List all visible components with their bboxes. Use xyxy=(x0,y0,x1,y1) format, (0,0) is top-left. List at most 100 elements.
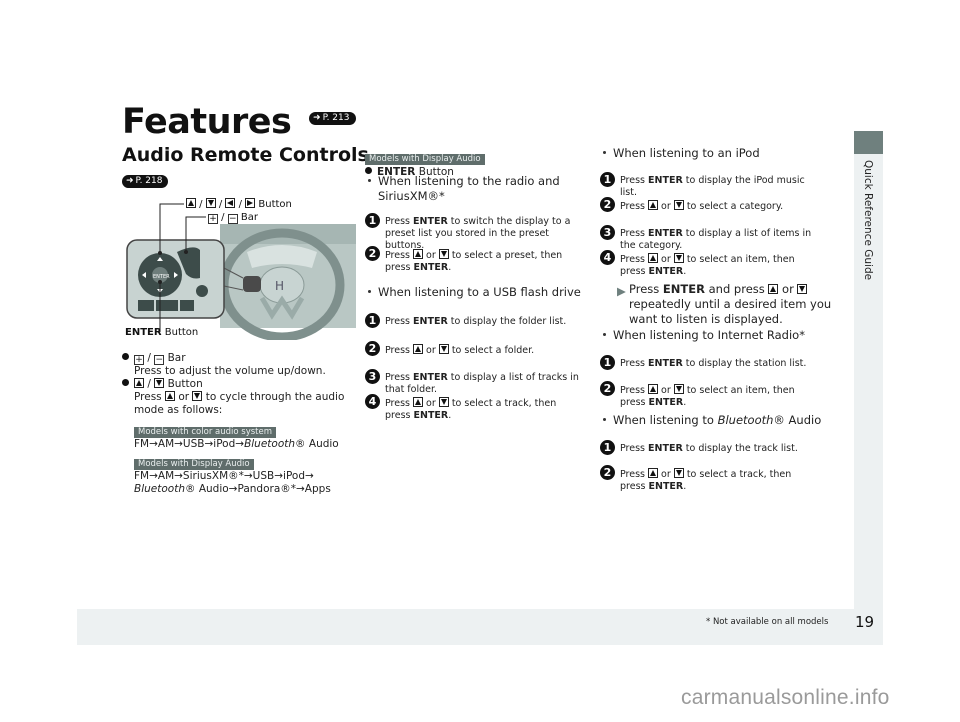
radio-heading: When listening to the radio and SiriusXM… xyxy=(365,174,595,204)
page-title-text: Features xyxy=(122,102,292,142)
step-number-icon: 3 xyxy=(600,225,615,240)
up-arrow-key-icon xyxy=(768,284,779,294)
model-tag: Models with color audio system xyxy=(134,427,277,438)
mode-display-audio: Models with Display Audio FM→AM→SiriusXM… xyxy=(134,459,331,495)
mode-color-audio: Models with color audio system FM→AM→USB… xyxy=(134,427,339,450)
down-arrow-key-icon xyxy=(673,468,684,478)
plus-key-icon: + xyxy=(208,214,218,224)
step-number-icon: 2 xyxy=(365,341,380,356)
section-title: Audio Remote Controls xyxy=(122,144,369,166)
steering-wheel-illustration: H ENTER / / / Button + / − Bar ENTER But… xyxy=(122,190,362,342)
svg-text:H: H xyxy=(275,279,284,293)
up-arrow-key-icon xyxy=(648,384,659,394)
bullet-icon xyxy=(603,151,606,154)
up-arrow-key-icon xyxy=(413,397,424,407)
arrow-buttons-caption: / / / Button xyxy=(186,198,292,211)
step-number-icon: 1 xyxy=(600,355,615,370)
svg-text:ENTER: ENTER xyxy=(153,274,170,280)
bullet-icon xyxy=(368,179,371,182)
step-number-icon: 4 xyxy=(365,394,380,409)
up-arrow-key-icon xyxy=(413,249,424,259)
section-reference-link[interactable]: ➜ P. 218 xyxy=(122,171,169,190)
step-text: Press or to select a category. xyxy=(620,200,784,212)
up-arrow-key-icon xyxy=(164,391,175,401)
step-text: Press or to select an item, then press EN… xyxy=(620,384,795,408)
up-arrow-key-icon xyxy=(648,253,659,263)
footer-bar xyxy=(77,609,883,645)
step-text: Press ENTER to switch the display to a pr… xyxy=(385,216,571,251)
step-text: Press ENTER to display the track list. xyxy=(620,443,798,454)
down-arrow-key-icon xyxy=(438,397,449,407)
step-number-icon: 2 xyxy=(600,465,615,480)
step-number-icon: 2 xyxy=(600,381,615,396)
page-number: 19 xyxy=(855,613,875,631)
step-number-icon: 4 xyxy=(600,250,615,265)
side-tab-marker xyxy=(854,131,883,154)
step-text: Press or to select a track, then press EN… xyxy=(620,468,792,492)
footnote: * Not available on all models xyxy=(706,617,829,627)
down-arrow-key-icon xyxy=(438,249,449,259)
bullet-icon xyxy=(603,418,606,421)
down-arrow-key-icon xyxy=(673,253,684,263)
step-text: Press ENTER to display the iPod music lis… xyxy=(620,175,805,198)
side-tab-label[interactable]: Quick Reference Guide xyxy=(854,160,883,280)
step-text: Press ENTER to display a list of items i… xyxy=(620,228,812,251)
step-number-icon: 2 xyxy=(600,197,615,212)
bullet-icon xyxy=(122,379,129,386)
down-arrow-key-icon xyxy=(438,344,449,354)
down-arrow-key-icon xyxy=(797,284,808,294)
plus-key-icon: + xyxy=(134,355,144,365)
up-arrow-key-icon xyxy=(134,378,144,388)
internet-radio-heading: When listening to Internet Radio* xyxy=(600,328,805,343)
step-number-icon: 1 xyxy=(365,313,380,328)
minus-key-icon: − xyxy=(154,355,165,365)
ipod-note: ▶ Press ENTER and press or repeatedly un… xyxy=(617,282,832,326)
step-text: Press ENTER to display the station list. xyxy=(620,358,807,369)
step-number-icon: 1 xyxy=(365,213,380,228)
bullet-icon xyxy=(368,290,371,293)
model-tag: Models with Display Audio xyxy=(134,459,254,470)
step-text: Press or to select a folder. xyxy=(385,344,535,356)
triangle-right-icon: ▶ xyxy=(617,284,626,298)
left-column-items: + / − Bar Press to adjust the volume up/… xyxy=(122,352,357,496)
step-number-icon: 3 xyxy=(365,369,380,384)
bullet-icon xyxy=(122,353,129,360)
left-arrow-key-icon xyxy=(225,198,236,208)
down-arrow-key-icon xyxy=(205,198,216,208)
step-text: Press or to select a preset, then press E… xyxy=(385,249,563,273)
down-arrow-key-icon xyxy=(154,378,165,388)
up-arrow-key-icon xyxy=(648,468,659,478)
enter-button-caption: ENTER Button xyxy=(125,327,199,338)
arrow-button-desc: Press or to cycle through the audio mode… xyxy=(134,391,345,416)
watermark: carmanualsonline.info xyxy=(681,686,890,709)
step-number-icon: 1 xyxy=(600,172,615,187)
model-tag: Models with Display Audio xyxy=(365,154,485,165)
bullet-icon xyxy=(365,167,372,174)
down-arrow-key-icon xyxy=(673,200,684,210)
up-arrow-key-icon xyxy=(186,198,196,208)
step-text: Press ENTER to display the folder list. xyxy=(385,316,567,327)
step-text: Press or to select a track, then press EN… xyxy=(385,397,557,421)
volume-bar-item: + / − Bar Press to adjust the volume up/… xyxy=(122,352,357,378)
bluetooth-heading: When listening to Bluetooth® Audio xyxy=(600,413,821,428)
arrow-right-icon: ➜ xyxy=(313,112,321,123)
page-title: Features ➜ P. 213 xyxy=(122,102,356,142)
right-arrow-key-icon xyxy=(245,198,256,208)
down-arrow-key-icon xyxy=(673,384,684,394)
bullet-icon xyxy=(603,333,606,336)
step-text: Press or to select an item, then press EN… xyxy=(620,253,795,277)
step-number-icon: 1 xyxy=(600,440,615,455)
arrow-button-item: / Button Press or to cycle through the a… xyxy=(122,378,357,417)
up-arrow-key-icon xyxy=(413,344,424,354)
ipod-heading: When listening to an iPod xyxy=(600,146,760,161)
step-text: Press ENTER to display a list of tracks … xyxy=(385,372,579,395)
up-arrow-key-icon xyxy=(648,200,659,210)
arrow-right-icon: ➜ xyxy=(126,176,134,186)
minus-key-icon: − xyxy=(227,214,238,224)
page-reference-link[interactable]: ➜ P. 213 xyxy=(309,111,356,125)
volume-bar-desc: Press to adjust the volume up/down. xyxy=(134,365,326,377)
down-arrow-key-icon xyxy=(192,391,203,401)
step-number-icon: 2 xyxy=(365,246,380,261)
usb-heading: When listening to a USB flash drive xyxy=(365,285,595,300)
volume-bar-caption: + / − Bar xyxy=(208,212,259,224)
